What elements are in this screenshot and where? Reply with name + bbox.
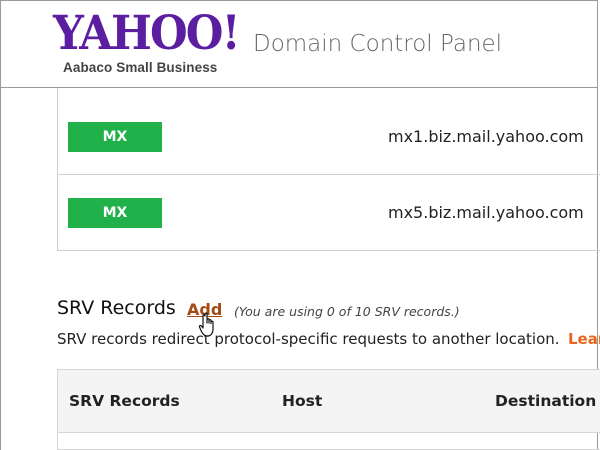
column-header-srv-records: SRV Records xyxy=(69,392,180,410)
record-host: mx5.biz.mail.yahoo.com xyxy=(388,203,584,222)
record-type-badge: MX xyxy=(68,198,162,228)
yahoo-logo[interactable]: YAHOO! xyxy=(53,5,241,63)
record-type-badge: MX xyxy=(68,122,162,152)
column-header-destination: Destination xyxy=(495,392,597,410)
logo-subtitle: Aabaco Small Business xyxy=(63,60,218,75)
mx-records-table: MX mx1.biz.mail.yahoo.com MX mx5.biz.mai… xyxy=(57,88,600,251)
frame-left-border xyxy=(0,88,1,450)
srv-section-title: SRV Records xyxy=(57,297,176,319)
table-row: MX mx5.biz.mail.yahoo.com xyxy=(58,174,600,250)
srv-records-table: SRV Records Host Destination xyxy=(57,369,600,450)
page-title: Domain Control Panel xyxy=(253,31,503,57)
srv-usage-text: (You are using 0 of 10 SRV records.) xyxy=(234,304,460,319)
record-host: mx1.biz.mail.yahoo.com xyxy=(388,127,584,146)
column-header-host: Host xyxy=(282,392,323,410)
table-row: MX mx1.biz.mail.yahoo.com xyxy=(58,88,600,175)
app-header: YAHOO! Aabaco Small Business Domain Cont… xyxy=(0,0,598,88)
table-header: SRV Records Host Destination xyxy=(58,370,600,433)
srv-description: SRV records redirect protocol-specific r… xyxy=(57,330,560,348)
learn-more-link[interactable]: Lear xyxy=(568,330,600,348)
hand-pointer-icon xyxy=(198,312,214,337)
